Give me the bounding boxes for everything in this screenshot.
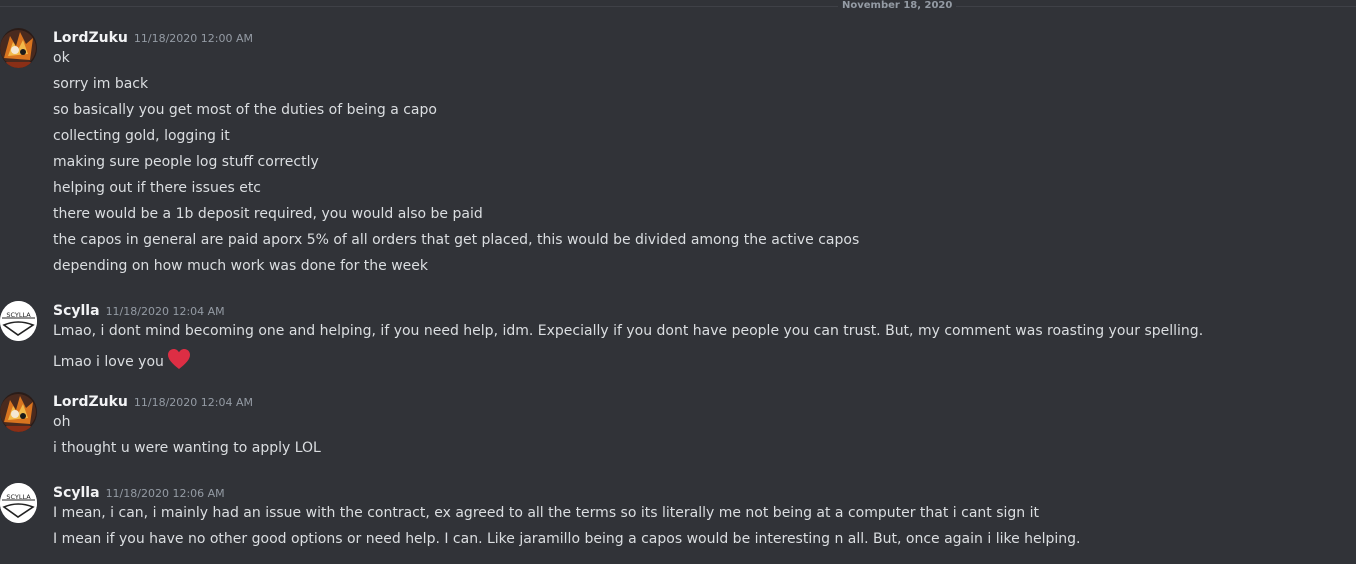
- date-divider-label: November 18, 2020: [838, 0, 957, 12]
- scylla-logo-avatar-icon: SCYLLA: [0, 301, 37, 341]
- divider-line: [0, 6, 1356, 7]
- message-line: helping out if there issues etc: [53, 180, 262, 196]
- message-header: Scylla 11/18/2020 12:04 AM: [53, 301, 225, 321]
- message-line: the capos in general are paid aporx 5% o…: [53, 232, 860, 248]
- timestamp[interactable]: 11/18/2020 12:04 AM: [134, 396, 253, 409]
- avatar[interactable]: SCYLLA: [0, 301, 37, 341]
- avatar-logo-text: SCYLLA: [6, 311, 31, 319]
- message-line: sorry im back: [53, 76, 149, 92]
- message-line: so basically you get most of the duties …: [53, 102, 437, 118]
- scylla-logo-avatar-icon: SCYLLA: [0, 483, 37, 523]
- timestamp[interactable]: 11/18/2020 12:00 AM: [134, 32, 253, 45]
- username[interactable]: Scylla: [53, 303, 100, 319]
- message-line: ok: [53, 50, 70, 66]
- message-line: collecting gold, logging it: [53, 128, 230, 144]
- username[interactable]: LordZuku: [53, 30, 128, 46]
- timestamp[interactable]: 11/18/2020 12:06 AM: [106, 487, 225, 500]
- message-line: Lmao, i dont mind becoming one and helpi…: [53, 323, 1204, 339]
- avatar[interactable]: SCYLLA: [0, 483, 37, 523]
- message-header: Scylla 11/18/2020 12:06 AM: [53, 483, 225, 503]
- message-line: oh: [53, 414, 71, 430]
- message-line: I mean, i can, i mainly had an issue wit…: [53, 505, 1040, 521]
- red-heart-icon[interactable]: [167, 348, 191, 375]
- fire-character-avatar-icon: [0, 392, 37, 432]
- message-line: making sure people log stuff correctly: [53, 154, 319, 170]
- message-header: LordZuku 11/18/2020 12:00 AM: [53, 28, 253, 48]
- avatar[interactable]: [0, 392, 37, 432]
- username[interactable]: LordZuku: [53, 394, 128, 410]
- fire-character-avatar-icon: [0, 28, 37, 68]
- avatar[interactable]: [0, 28, 37, 68]
- message-text: Lmao i love you: [53, 354, 164, 370]
- message-line: there would be a 1b deposit required, yo…: [53, 206, 483, 222]
- avatar-logo-text: SCYLLA: [6, 493, 31, 501]
- message-line-with-emoji: Lmao i love you: [53, 348, 191, 375]
- message-line: depending on how much work was done for …: [53, 258, 429, 274]
- message-line: I mean if you have no other good options…: [53, 531, 1081, 547]
- username[interactable]: Scylla: [53, 485, 100, 501]
- message-line: i thought u were wanting to apply LOL: [53, 440, 321, 456]
- message-header: LordZuku 11/18/2020 12:04 AM: [53, 392, 253, 412]
- timestamp[interactable]: 11/18/2020 12:04 AM: [106, 305, 225, 318]
